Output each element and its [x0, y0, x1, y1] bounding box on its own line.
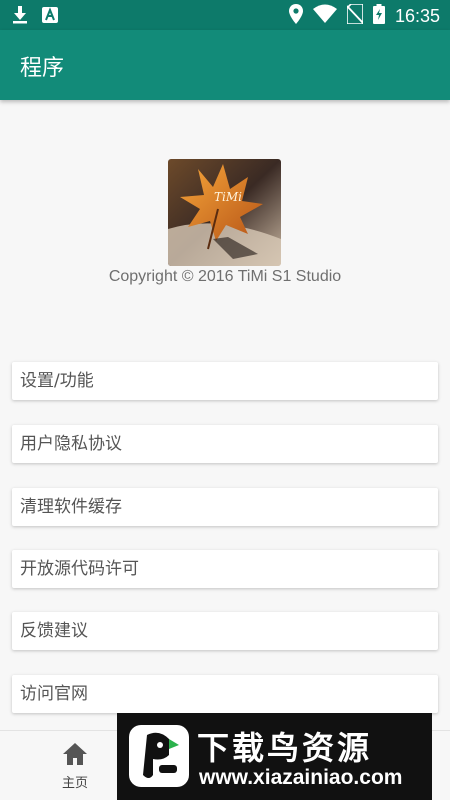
- location-icon: [288, 4, 303, 29]
- copyright-text: Copyright © 2016 TiMi S1 Studio: [108, 268, 342, 285]
- menu-item-visit-website[interactable]: 访问官网: [12, 675, 438, 713]
- home-icon: [63, 743, 87, 769]
- nav-home[interactable]: 主页: [50, 743, 100, 791]
- page-title: 程序: [20, 56, 65, 81]
- wifi-icon: [312, 4, 337, 29]
- no-sim-icon: [346, 3, 364, 29]
- watermark-bird-icon: [129, 725, 189, 787]
- app-logo: TiMi: [168, 159, 281, 266]
- menu-item-clear-cache[interactable]: 清理软件缓存: [12, 488, 438, 526]
- app-bar: 程序: [0, 30, 450, 100]
- menu-item-privacy-policy[interactable]: 用户隐私协议: [12, 425, 438, 463]
- status-time: 16:35: [394, 6, 440, 26]
- battery-charging-icon: [372, 4, 385, 29]
- menu-item-settings[interactable]: 设置/功能: [12, 362, 438, 400]
- status-right-icons: 16:35: [288, 3, 440, 29]
- menu-item-open-source-licenses[interactable]: 开放源代码许可: [12, 550, 438, 588]
- watermark-banner: 下载鸟资源 www.xiazainiao.com: [117, 713, 432, 800]
- watermark-title: 下载鸟资源: [197, 729, 373, 767]
- a-badge-icon: [42, 7, 58, 28]
- menu-item-feedback[interactable]: 反馈建议: [12, 612, 438, 650]
- logo-text: TiMi: [214, 190, 242, 204]
- download-icon: [12, 6, 28, 29]
- status-bar: 16:35: [0, 0, 450, 30]
- watermark-url: www.xiazainiao.com: [199, 766, 403, 789]
- status-left-icons: [12, 6, 58, 29]
- nav-home-label: 主页: [61, 776, 88, 791]
